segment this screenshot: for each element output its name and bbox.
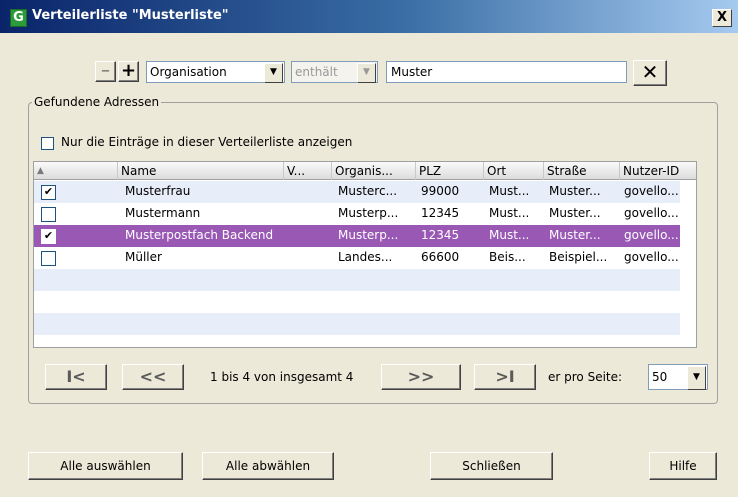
cell-org: Landes... (338, 250, 393, 264)
deselect-all-button[interactable]: Alle abwählen (202, 452, 334, 480)
previous-page-button[interactable]: << (122, 364, 184, 390)
remove-filter-button[interactable]: – (95, 61, 116, 82)
per-page-label: er pro Seite: (548, 370, 623, 384)
cell-name: Mustermann (125, 206, 201, 220)
row-checkbox[interactable] (41, 251, 56, 266)
cell-nutzer: govello... (624, 184, 679, 198)
cell-nutzer: govello... (624, 206, 679, 220)
window-title: Verteilerliste "Musterliste" (32, 8, 229, 23)
row-checkbox[interactable]: ✔ (41, 185, 56, 200)
cell-name: Müller (125, 250, 162, 264)
per-page-select[interactable]: 50 ▼ (648, 364, 708, 390)
cell-nutzer: govello... (624, 250, 679, 264)
column-org-header[interactable]: Organis... (332, 162, 416, 180)
group-label: Gefundene Adressen (32, 95, 162, 109)
empty-row (34, 313, 680, 335)
add-filter-button[interactable]: + (118, 61, 139, 82)
per-page-value: 50 (652, 370, 668, 384)
column-v-header[interactable]: V... (284, 162, 332, 180)
cell-name: Musterfrau (125, 184, 191, 198)
cell-org: Musterp... (338, 228, 399, 242)
cell-ort: Beis... (489, 250, 526, 264)
only-list-checkbox[interactable] (41, 137, 54, 150)
clear-filter-button[interactable]: ✕ (633, 60, 667, 86)
table-header: ▲ Name V... Organis... PLZ Ort Straße Nu… (34, 162, 696, 180)
app-icon: G (10, 9, 27, 27)
last-page-button[interactable]: >I (474, 364, 536, 390)
cell-plz: 99000 (421, 184, 460, 198)
column-plz-header[interactable]: PLZ (416, 162, 484, 180)
only-list-label: Nur die Einträge in dieser Verteilerlist… (61, 135, 353, 149)
row-checkbox[interactable] (41, 207, 56, 222)
cell-plz: 12345 (421, 228, 460, 242)
table-row[interactable]: ✔ Musterfrau Musterc... 99000 Must... Mu… (34, 181, 680, 203)
window-close-button[interactable]: X (712, 9, 732, 27)
cell-name: Musterpostfach Backend (125, 228, 274, 242)
filter-operator-select: enthält ▼ (291, 61, 378, 83)
empty-row (34, 291, 680, 313)
cell-strasse: Beispiel... (549, 250, 608, 264)
chevron-down-icon[interactable]: ▼ (264, 63, 283, 83)
chevron-down-icon: ▼ (357, 63, 376, 83)
row-checkbox[interactable]: ✔ (41, 229, 56, 244)
page-info: 1 bis 4 von insgesamt 4 (210, 370, 354, 384)
filter-field-value: Organisation (150, 65, 227, 79)
table-row-selected[interactable]: ✔ Musterpostfach Backend Musterp... 1234… (34, 225, 680, 247)
select-all-button[interactable]: Alle auswählen (28, 452, 183, 480)
close-button[interactable]: Schließen (430, 452, 553, 480)
filter-search-input[interactable]: Muster (386, 61, 627, 83)
column-name-header[interactable]: Name (118, 162, 284, 180)
cell-strasse: Muster... (549, 228, 601, 242)
next-page-button[interactable]: >> (381, 364, 461, 390)
cell-org: Musterp... (338, 206, 399, 220)
filter-field-select[interactable]: Organisation ▼ (146, 61, 285, 83)
cell-strasse: Muster... (549, 206, 601, 220)
cell-strasse: Muster... (549, 184, 601, 198)
filter-operator-value: enthält (295, 65, 338, 79)
cell-ort: Must... (489, 184, 530, 198)
empty-row (34, 269, 680, 291)
first-page-button[interactable]: I< (45, 364, 107, 390)
cell-ort: Must... (489, 228, 530, 242)
table-row[interactable]: Mustermann Musterp... 12345 Must... Must… (34, 203, 680, 225)
chevron-down-icon[interactable]: ▼ (687, 366, 706, 390)
help-button[interactable]: Hilfe (649, 452, 717, 480)
address-table: ▲ Name V... Organis... PLZ Ort Straße Nu… (33, 161, 697, 348)
column-nutzer-header[interactable]: Nutzer-ID (620, 162, 696, 180)
cell-ort: Must... (489, 206, 530, 220)
column-select-header[interactable]: ▲ (34, 162, 118, 180)
cell-org: Musterc... (338, 184, 398, 198)
table-row[interactable]: Müller Landes... 66600 Beis... Beispiel.… (34, 247, 680, 269)
column-ort-header[interactable]: Ort (484, 162, 544, 180)
column-strasse-header[interactable]: Straße (544, 162, 620, 180)
cell-plz: 12345 (421, 206, 460, 220)
cell-nutzer: govello... (624, 228, 679, 242)
cell-plz: 66600 (421, 250, 460, 264)
